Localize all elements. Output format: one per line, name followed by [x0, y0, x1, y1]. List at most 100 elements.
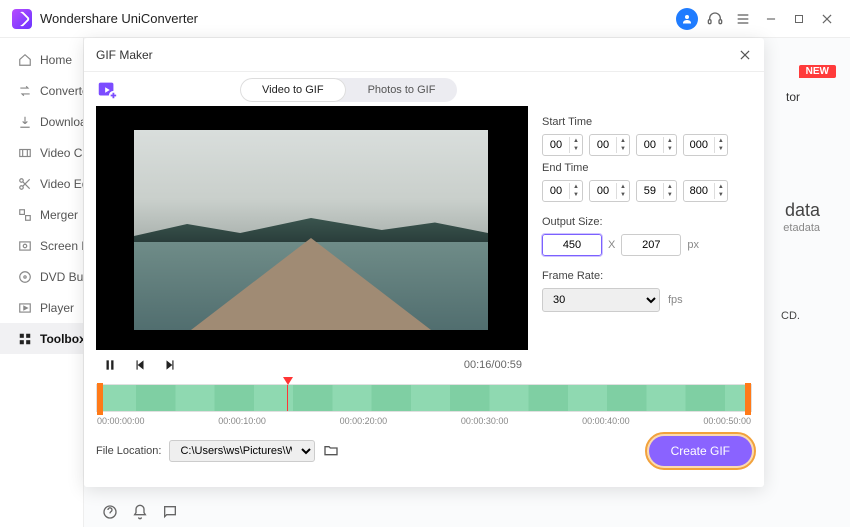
end-min-input[interactable] [590, 185, 616, 197]
up-arrow-icon[interactable]: ▲ [617, 183, 629, 191]
sidebar-item-home[interactable]: Home [0, 44, 83, 75]
trim-start-handle[interactable] [97, 383, 103, 415]
playhead-icon[interactable] [283, 377, 293, 385]
sidebar-item-label: Toolbox [40, 332, 84, 346]
sidebar-item-downloader[interactable]: Downloader [0, 106, 83, 137]
pause-button[interactable] [102, 357, 118, 373]
close-button[interactable] [816, 8, 838, 30]
end-min-stepper[interactable]: ▲▼ [589, 180, 630, 202]
down-arrow-icon[interactable]: ▼ [715, 191, 727, 199]
fps-unit: fps [668, 294, 683, 306]
up-arrow-icon[interactable]: ▲ [570, 183, 582, 191]
end-sec-stepper[interactable]: ▲▼ [636, 180, 677, 202]
scissors-icon [18, 177, 32, 191]
end-ms-stepper[interactable]: ▲▼ [683, 180, 728, 202]
output-width-input[interactable] [542, 234, 602, 256]
mode-segmented-control: Video to GIF Photos to GIF [240, 78, 457, 102]
sidebar-item-recorder[interactable]: Screen Recorder [0, 230, 83, 261]
tick-label: 00:00:30:00 [461, 416, 509, 426]
sidebar-item-toolbox[interactable]: Toolbox [0, 323, 83, 354]
px-unit: px [687, 239, 699, 251]
video-preview[interactable] [96, 106, 528, 350]
menu-icon[interactable] [732, 8, 754, 30]
file-location-select[interactable]: C:\Users\ws\Pictures\Wonders [169, 440, 315, 462]
sidebar-item-compressor[interactable]: Video Compressor [0, 137, 83, 168]
play-icon [18, 301, 32, 315]
up-arrow-icon[interactable]: ▲ [570, 137, 582, 145]
help-icon[interactable] [102, 504, 118, 520]
end-hour-stepper[interactable]: ▲▼ [542, 180, 583, 202]
end-sec-input[interactable] [637, 185, 663, 197]
up-arrow-icon[interactable]: ▲ [664, 137, 676, 145]
end-ms-input[interactable] [684, 185, 714, 197]
sidebar-item-dvd[interactable]: DVD Burner [0, 261, 83, 292]
modal-close-button[interactable] [738, 48, 752, 62]
down-arrow-icon[interactable]: ▼ [715, 145, 727, 153]
frame-rate-select[interactable]: 30 [542, 288, 660, 312]
trim-end-handle[interactable] [745, 383, 751, 415]
sidebar-item-label: Merger [40, 208, 78, 222]
start-sec-stepper[interactable]: ▲▼ [636, 134, 677, 156]
size-separator: X [608, 239, 615, 251]
recorder-icon [18, 239, 32, 253]
tab-photos-to-gif[interactable]: Photos to GIF [346, 78, 458, 102]
time-display: 00:16/00:59 [464, 359, 522, 371]
minimize-button[interactable] [760, 8, 782, 30]
timeline-track[interactable] [96, 384, 752, 412]
notifications-icon[interactable] [132, 504, 148, 520]
down-arrow-icon[interactable]: ▼ [664, 145, 676, 153]
home-icon [18, 53, 32, 67]
start-min-input[interactable] [590, 139, 616, 151]
start-ms-stepper[interactable]: ▲▼ [683, 134, 728, 156]
sidebar-item-label: Downloader [40, 115, 84, 129]
next-frame-button[interactable] [162, 357, 178, 373]
start-sec-input[interactable] [637, 139, 663, 151]
download-icon [18, 115, 32, 129]
feedback-icon[interactable] [162, 504, 178, 520]
down-arrow-icon[interactable]: ▼ [617, 191, 629, 199]
up-arrow-icon[interactable]: ▲ [715, 137, 727, 145]
down-arrow-icon[interactable]: ▼ [570, 191, 582, 199]
modal-header: GIF Maker [84, 38, 764, 72]
sidebar-item-merger[interactable]: Merger [0, 199, 83, 230]
up-arrow-icon[interactable]: ▲ [664, 183, 676, 191]
app-title: Wondershare UniConverter [40, 11, 198, 26]
tab-video-to-gif[interactable]: Video to GIF [240, 78, 346, 102]
prev-frame-button[interactable] [132, 357, 148, 373]
output-height-input[interactable] [621, 234, 681, 256]
start-hour-stepper[interactable]: ▲▼ [542, 134, 583, 156]
app-logo-icon [12, 9, 32, 29]
merger-icon [18, 208, 32, 222]
down-arrow-icon[interactable]: ▼ [664, 191, 676, 199]
maximize-button[interactable] [788, 8, 810, 30]
open-folder-button[interactable] [323, 442, 341, 460]
modal-title: GIF Maker [96, 48, 153, 62]
tick-label: 00:00:40:00 [582, 416, 630, 426]
start-hour-input[interactable] [543, 139, 569, 151]
sidebar-item-editor[interactable]: Video Editor [0, 168, 83, 199]
create-gif-button[interactable]: Create GIF [649, 436, 752, 466]
up-arrow-icon[interactable]: ▲ [617, 137, 629, 145]
preview-pane: 00:16/00:59 [96, 106, 528, 380]
tick-label: 00:00:00:00 [97, 416, 145, 426]
sidebar-item-label: Converter [40, 84, 84, 98]
import-media-icon[interactable] [96, 79, 118, 101]
down-arrow-icon[interactable]: ▼ [617, 145, 629, 153]
start-ms-input[interactable] [684, 139, 714, 151]
sidebar-item-label: Video Editor [40, 177, 84, 191]
sidebar-item-label: Home [40, 53, 72, 67]
sidebar-item-converter[interactable]: Converter [0, 75, 83, 106]
account-avatar[interactable] [676, 8, 698, 30]
sidebar-item-player[interactable]: Player [0, 292, 83, 323]
down-arrow-icon[interactable]: ▼ [570, 145, 582, 153]
start-min-stepper[interactable]: ▲▼ [589, 134, 630, 156]
sidebar-item-label: DVD Burner [40, 270, 84, 284]
file-location-label: File Location: [96, 445, 161, 457]
end-hour-input[interactable] [543, 185, 569, 197]
up-arrow-icon[interactable]: ▲ [715, 183, 727, 191]
support-icon[interactable] [704, 8, 726, 30]
playback-controls: 00:16/00:59 [96, 350, 528, 380]
playhead-line [287, 385, 288, 411]
sidebar: Home Converter Downloader Video Compress… [0, 38, 84, 527]
bg-text-fragment: data [785, 200, 820, 221]
